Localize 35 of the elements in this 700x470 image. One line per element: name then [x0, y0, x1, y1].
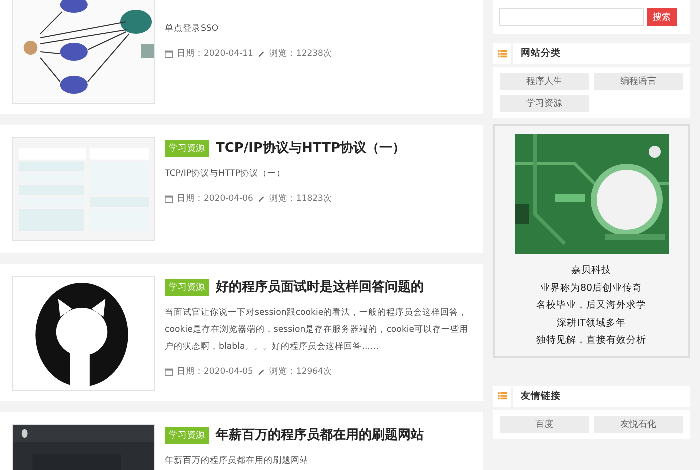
- view-count: 浏览：12964次: [269, 366, 332, 378]
- calendar-icon: [165, 368, 173, 376]
- article-summary: 单点登录SSO: [165, 23, 220, 36]
- article-title[interactable]: TCP/IP协议与HTTP协议（一）: [216, 139, 406, 157]
- calendar-icon: [165, 195, 173, 203]
- article-summary: 当面试官让你说一下对session跟cookie的看法，一般的程序员会这样回答，cookie是存在浏览器端的，session是存在服务器端的，cookie可以存一些用户的状态啊，blabla。。。好的程序员会这样回答...…: [165, 306, 470, 354]
- category-link[interactable]: 程序人生: [500, 73, 589, 90]
- ad-text: 独特见解，直接有效分析: [536, 334, 646, 348]
- calendar-icon: [165, 50, 173, 58]
- pen-icon: [257, 368, 266, 376]
- list-icon: [498, 392, 506, 400]
- post-date: 日期：2020-04-06: [177, 193, 254, 205]
- widget-title: 友情链接: [511, 386, 561, 406]
- view-count: 浏览：12238次: [269, 48, 332, 60]
- ad-text: 嘉贝科技: [572, 264, 612, 278]
- pen-icon: [257, 195, 266, 203]
- view-count: 浏览：11823次: [269, 193, 332, 205]
- article-summary: 年薪百万的程序员都在用的刷题网站: [165, 454, 310, 468]
- post-date: 日期：2020-04-11: [177, 48, 254, 60]
- ad-text: 深耕IT领域多年: [557, 316, 626, 330]
- ad-text: 名校毕业，后又海外求学: [536, 299, 646, 313]
- post-date: 日期：2020-04-05: [177, 366, 254, 378]
- article-summary: TCP/IP协议与HTTP协议（一）: [165, 168, 287, 181]
- search-field[interactable]: [499, 8, 644, 26]
- article-title[interactable]: 年薪百万的程序员都在用的刷题网站: [216, 426, 424, 444]
- search-button[interactable]: 搜索: [647, 8, 677, 26]
- friend-link[interactable]: 友悦石化: [594, 416, 683, 432]
- friend-link[interactable]: 百度: [500, 416, 589, 432]
- category-link[interactable]: 学习资源: [500, 95, 589, 112]
- ad-text: 业界称为80后创业传奇: [540, 282, 643, 296]
- pen-icon: [257, 50, 266, 58]
- category-link[interactable]: 编程语言: [594, 73, 683, 90]
- widget-title: 网站分类: [511, 43, 561, 64]
- list-icon: [498, 50, 506, 58]
- article-title[interactable]: 好的程序员面试时是这样回答问题的: [216, 278, 424, 296]
